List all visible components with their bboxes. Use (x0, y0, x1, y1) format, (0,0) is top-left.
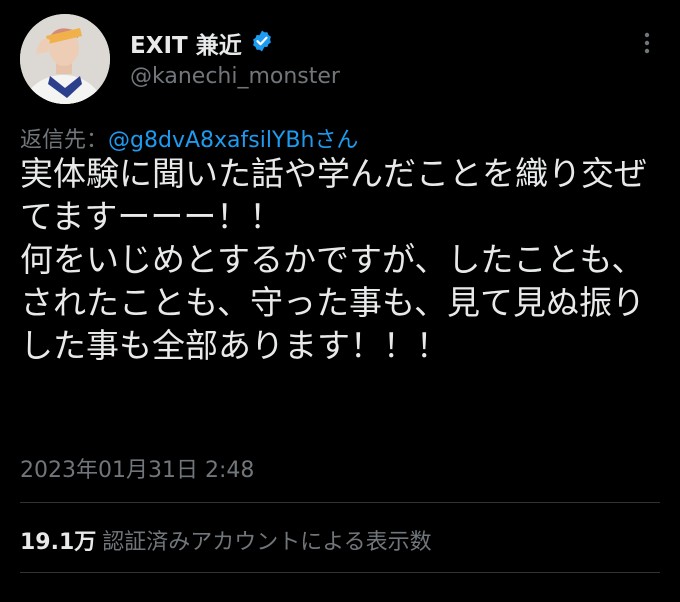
divider (20, 572, 660, 573)
divider (20, 502, 660, 503)
author-display-name[interactable]: EXIT 兼近 (130, 26, 242, 60)
reply-prefix: 返信先： (20, 128, 109, 153)
reply-target-link[interactable]: @g8dvA8xafsilYBhさん (108, 128, 358, 153)
more-options-icon[interactable] (632, 28, 662, 58)
reply-context: 返信先：@g8dvA8xafsilYBhさん (20, 122, 358, 154)
avatar[interactable] (20, 14, 110, 104)
tweet-timestamp[interactable]: 2023年01月31日 2:48 (20, 452, 254, 484)
views-count: 19.1万 (20, 530, 97, 555)
avatar-image (20, 14, 110, 104)
action-row-partial (20, 584, 660, 602)
views-label: 認証済みアカウントによる表示数 (102, 530, 432, 555)
verified-badge-icon (250, 29, 274, 57)
author-handle[interactable]: @kanechi_monster (130, 64, 340, 89)
author-name-row[interactable]: EXIT 兼近 (130, 26, 274, 60)
tweet-text: 実体験に聞いた話や学んだことを織り交ぜてますーーー！！ 何をいじめとするかですが… (20, 154, 647, 365)
views-row[interactable]: 19.1万 認証済みアカウントによる表示数 (20, 524, 432, 556)
